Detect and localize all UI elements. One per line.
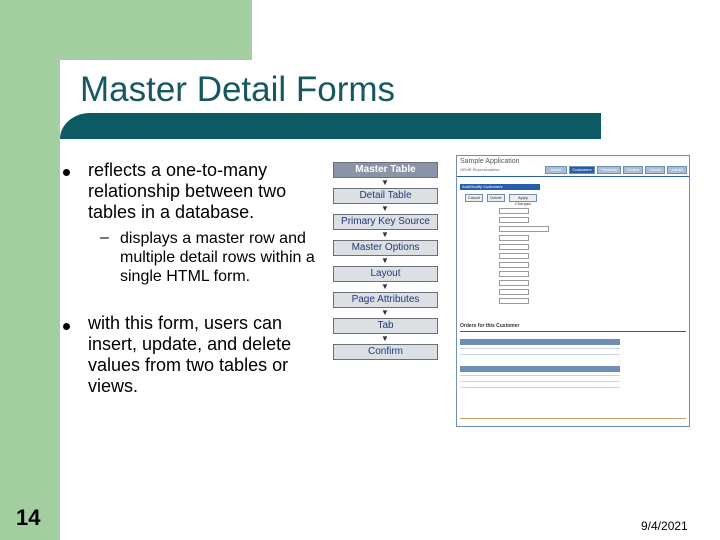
title-rule-bar xyxy=(60,113,601,139)
thumb-user: OEHR Representative xyxy=(460,167,500,172)
thumb-field xyxy=(499,280,529,286)
thumb-field xyxy=(499,217,529,223)
thumb-field xyxy=(499,289,529,295)
thumb-app-name: Sample Application xyxy=(460,158,520,165)
flow-step-detail-table: Detail Table xyxy=(333,188,438,204)
thumb-table-row xyxy=(460,354,620,355)
thumb-tab-charts: Charts xyxy=(645,166,665,174)
chevron-down-icon: ▼ xyxy=(381,334,389,343)
thumb-section-header: Add/Modify Customers xyxy=(460,184,540,190)
thumb-tab-home: Home xyxy=(545,166,567,174)
flow-step-page-attributes: Page Attributes xyxy=(333,292,438,308)
thumb-tab-admin: Admin xyxy=(667,166,687,174)
sub-bullet-dash: – xyxy=(100,229,109,246)
thumb-table-header xyxy=(460,339,620,345)
flow-step-master-options: Master Options xyxy=(333,240,438,256)
sub-bullet-text: displays a master row and multiple detai… xyxy=(120,230,315,285)
flow-step-primary-key-source: Primary Key Source xyxy=(333,214,438,230)
chevron-down-icon: ▼ xyxy=(381,282,389,291)
left-accent-band xyxy=(0,0,60,540)
thumb-orders-rule xyxy=(460,331,686,332)
bullet-dot xyxy=(63,323,70,330)
application-screenshot: Sample Application OEHR Representative H… xyxy=(456,155,690,427)
thumb-tab-products: Products xyxy=(597,166,621,174)
bullet-2-text: with this form, users can insert, update… xyxy=(88,313,292,396)
thumb-field xyxy=(499,253,529,259)
thumb-orders-title: Orders for this Customer xyxy=(460,323,520,329)
flow-step-tab: Tab xyxy=(333,318,438,334)
bullet-dot xyxy=(63,169,70,176)
thumb-field xyxy=(499,271,529,277)
thumb-cancel-button: Cancel xyxy=(465,194,483,202)
chevron-down-icon: ▼ xyxy=(381,204,389,213)
thumb-table-row xyxy=(460,348,620,349)
chevron-down-icon: ▼ xyxy=(381,308,389,317)
thumb-table-row xyxy=(460,387,620,388)
chevron-down-icon: ▼ xyxy=(381,230,389,239)
flow-step-master-table: Master Table xyxy=(333,162,438,178)
thumb-field xyxy=(499,208,529,214)
slide-date: 9/4/2021 xyxy=(641,519,688,533)
thumb-field xyxy=(499,298,529,304)
thumb-apply-button: Apply Changes xyxy=(509,194,537,206)
flow-step-layout: Layout xyxy=(333,266,438,282)
top-accent-band xyxy=(60,0,252,60)
thumb-delete-button: Delete xyxy=(487,194,505,202)
slide-number: 14 xyxy=(16,505,41,530)
thumb-field xyxy=(499,262,529,268)
thumb-tab-customers: Customers xyxy=(569,166,595,174)
flow-step-confirm: Confirm xyxy=(333,344,438,360)
thumb-field xyxy=(499,244,529,250)
thumb-table-row xyxy=(460,375,620,376)
thumb-table-header xyxy=(460,366,620,372)
thumb-table-row xyxy=(460,381,620,382)
chevron-down-icon: ▼ xyxy=(381,256,389,265)
thumb-footer-rule xyxy=(460,418,686,419)
thumb-field xyxy=(499,235,529,241)
thumb-header-rule xyxy=(457,176,689,177)
slide-title: Master Detail Forms xyxy=(80,70,396,109)
thumb-field xyxy=(499,226,549,232)
bullet-1-text: reflects a one-to-many relationship betw… xyxy=(88,160,287,222)
thumb-tab-orders: Orders xyxy=(623,166,643,174)
chevron-down-icon: ▼ xyxy=(381,178,389,187)
